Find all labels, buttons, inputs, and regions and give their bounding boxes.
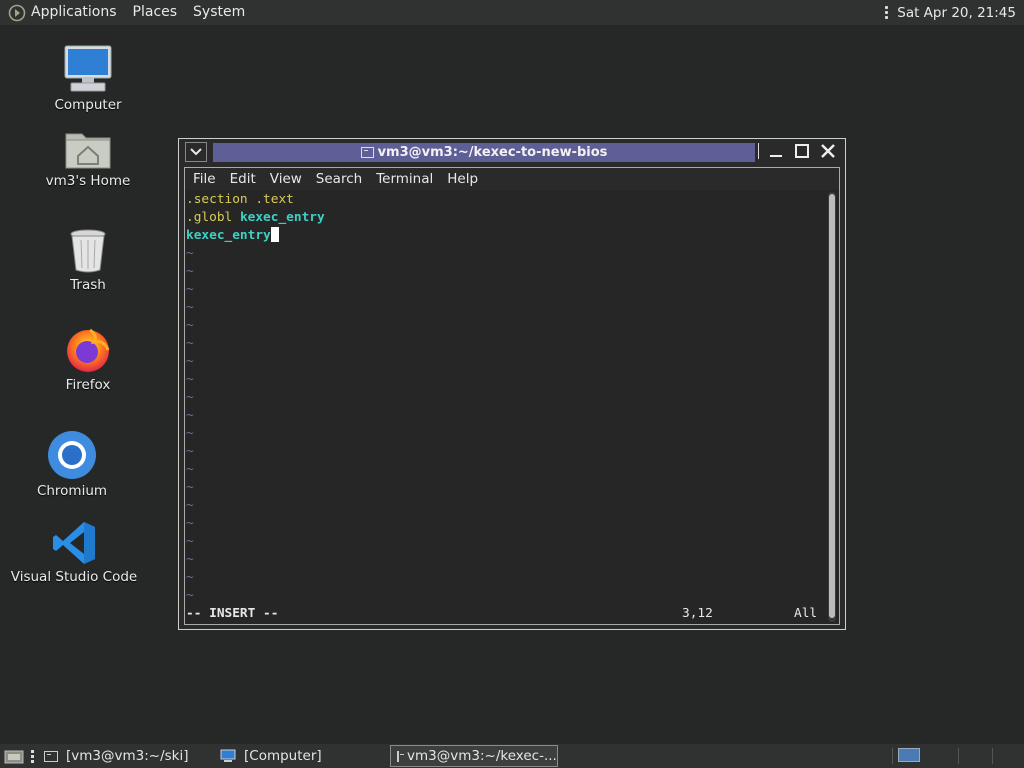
chromium-icon	[48, 431, 96, 479]
drag-handle-icon	[31, 750, 34, 763]
tilde-line: ~	[186, 300, 194, 315]
empty-buffer-lines: ~ ~ ~ ~ ~ ~ ~ ~ ~ ~ ~ ~ ~ ~ ~ ~ ~ ~ ~ ~	[185, 245, 826, 605]
terminal-icon	[397, 750, 404, 762]
tilde-line: ~	[186, 354, 194, 369]
tilde-line: ~	[186, 498, 194, 513]
computer-icon	[64, 45, 112, 92]
menu-search[interactable]: Search	[309, 171, 369, 187]
panel-handle[interactable]	[28, 745, 38, 767]
terminal-text-area[interactable]: .section .text .globl kexec_entry kexec_…	[185, 191, 826, 623]
tilde-line: ~	[186, 408, 194, 423]
desktop-icon-chromium[interactable]: Chromium	[12, 430, 132, 499]
places-menu[interactable]: Places	[125, 0, 186, 25]
tilde-line: ~	[186, 336, 194, 351]
trash-icon	[70, 229, 106, 273]
text-cursor	[270, 227, 279, 242]
tilde-line: ~	[186, 552, 194, 567]
terminal-icon	[360, 147, 374, 158]
firefox-icon	[67, 328, 110, 372]
menu-terminal[interactable]: Terminal	[369, 171, 440, 187]
taskbar-item-ski-terminal[interactable]: [vm3@vm3:~/ski]	[38, 745, 214, 767]
chevron-down-icon	[190, 148, 202, 156]
workspace-separator	[992, 748, 993, 764]
workspace-switcher-1[interactable]	[898, 748, 920, 762]
workspace-separator	[958, 748, 959, 764]
tilde-line: ~	[186, 264, 194, 279]
terminal-window: vm3@vm3:~/kexec-to-new-bios File Edit Vi…	[178, 138, 846, 630]
terminal-scrollbar[interactable]	[828, 192, 836, 622]
editor-line-3: kexec_entry	[185, 227, 826, 245]
tilde-line: ~	[186, 480, 194, 495]
show-desktop-button[interactable]	[0, 745, 28, 767]
desktop-icon-trash[interactable]: Trash	[28, 228, 148, 293]
workspace-separator	[892, 748, 893, 764]
system-menu[interactable]: System	[185, 0, 253, 25]
maximize-icon	[795, 144, 809, 158]
applications-label: Applications	[31, 4, 117, 20]
cursor-position: 3,12	[682, 606, 713, 621]
close-button[interactable]	[819, 142, 837, 160]
tilde-line: ~	[186, 426, 194, 441]
menu-edit[interactable]: Edit	[223, 171, 263, 187]
tilde-line: ~	[186, 318, 194, 333]
maximize-button[interactable]	[793, 142, 811, 160]
tilde-line: ~	[186, 282, 194, 297]
desktop-icon-computer[interactable]: Computer	[28, 44, 148, 113]
window-menu-button[interactable]	[185, 142, 207, 162]
tilde-line: ~	[186, 516, 194, 531]
window-titlebar[interactable]: vm3@vm3:~/kexec-to-new-bios	[179, 139, 845, 166]
tilde-line: ~	[186, 246, 194, 261]
tilde-line: ~	[186, 588, 194, 603]
desktop-icon-vscode[interactable]: Visual Studio Code	[11, 520, 137, 585]
menu-view[interactable]: View	[263, 171, 309, 187]
scroll-percent: All	[794, 606, 818, 621]
vscode-icon	[53, 522, 95, 564]
computer-icon	[220, 749, 236, 762]
terminal-frame: File Edit View Search Terminal Help .sec…	[184, 167, 840, 625]
tilde-line: ~	[186, 444, 194, 459]
window-title: vm3@vm3:~/kexec-to-new-bios	[377, 145, 608, 160]
vim-mode: -- INSERT --	[186, 606, 279, 621]
tilde-line: ~	[186, 390, 194, 405]
taskbar-item-computer[interactable]: [Computer]	[214, 745, 390, 767]
minimize-button[interactable]	[767, 142, 785, 160]
window-title-strip[interactable]: vm3@vm3:~/kexec-to-new-bios	[213, 143, 755, 162]
panel-menu-icon[interactable]	[885, 6, 889, 19]
terminal-menubar: File Edit View Search Terminal Help	[185, 168, 839, 190]
clock-area[interactable]: Sat Apr 20, 21:45	[885, 5, 1024, 21]
taskbar-item-kexec-terminal[interactable]: vm3@vm3:~/kexec-...	[390, 745, 558, 767]
distro-logo-icon	[8, 4, 26, 21]
editor-line-2: .globl kexec_entry	[186, 210, 325, 225]
menu-help[interactable]: Help	[440, 171, 485, 187]
show-desktop-icon	[4, 750, 24, 764]
clock[interactable]: Sat Apr 20, 21:45	[897, 5, 1016, 21]
applications-menu[interactable]: Applications	[0, 0, 125, 25]
controls-separator	[758, 143, 759, 159]
vim-statusline: -- INSERT -- 3,12 All	[185, 605, 826, 623]
tilde-line: ~	[186, 570, 194, 585]
home-folder-icon	[65, 133, 111, 169]
terminal-icon	[44, 750, 58, 762]
desktop-icon-firefox[interactable]: Firefox	[28, 326, 148, 393]
close-icon	[821, 144, 835, 158]
top-panel: Applications Places System Sat Apr 20, 2…	[0, 0, 1024, 25]
editor-line-1: .section .text	[186, 192, 294, 207]
scrollbar-thumb[interactable]	[829, 194, 835, 618]
tilde-line: ~	[186, 462, 194, 477]
tilde-line: ~	[186, 372, 194, 387]
minimize-icon	[770, 155, 782, 157]
tilde-line: ~	[186, 534, 194, 549]
menu-file[interactable]: File	[185, 171, 223, 187]
bottom-panel: [vm3@vm3:~/ski] [Computer] vm3@vm3:~/kex…	[0, 744, 1024, 768]
window-controls	[758, 142, 837, 160]
desktop-icon-home[interactable]: vm3's Home	[28, 128, 148, 189]
